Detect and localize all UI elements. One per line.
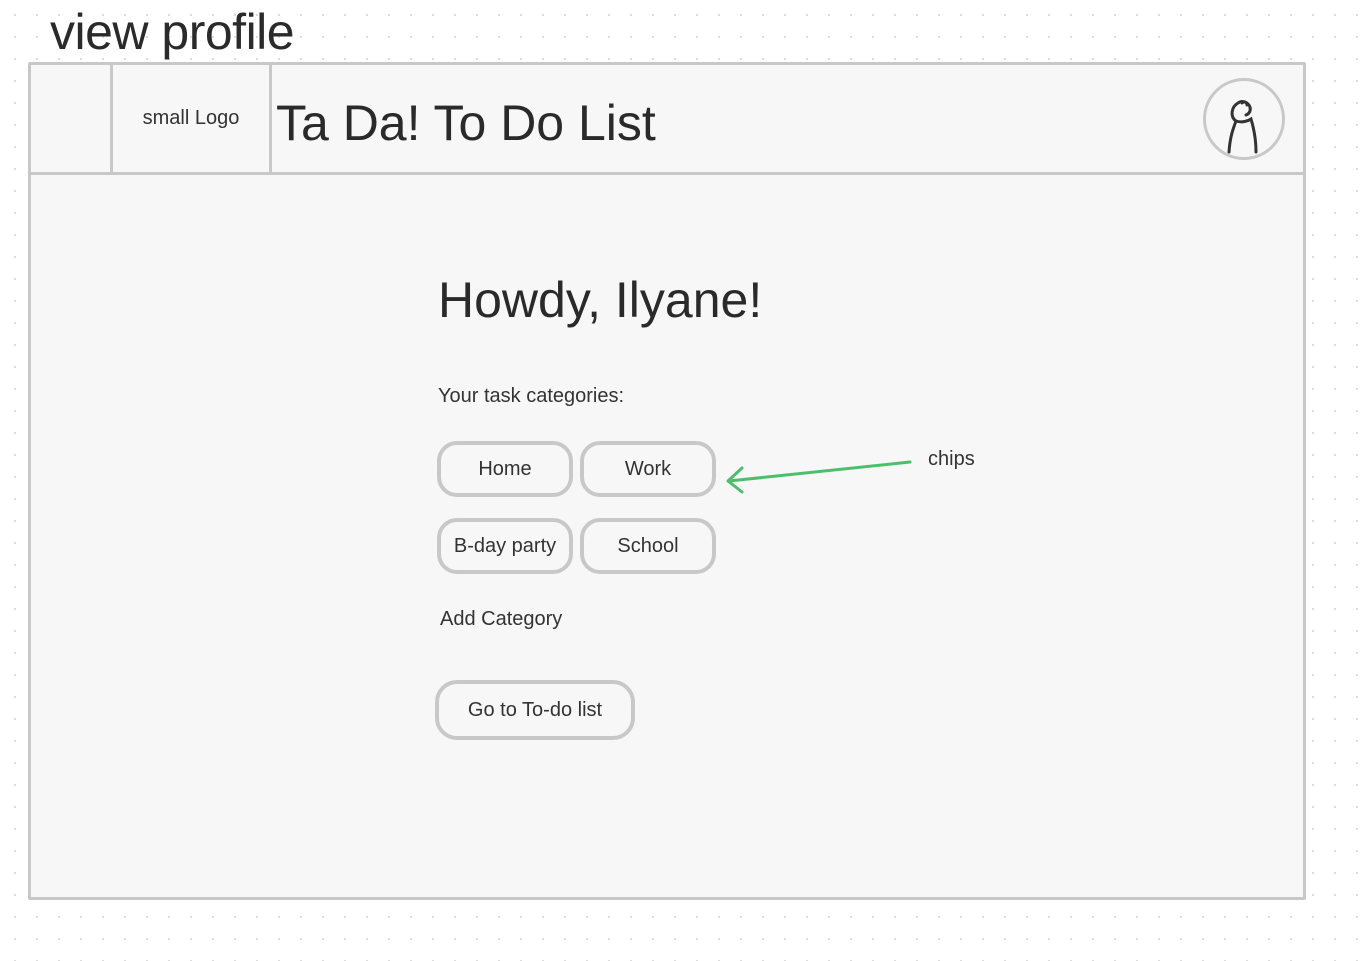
chip-bday-party[interactable]: B-day party [437,518,573,574]
chip-work[interactable]: Work [580,441,716,497]
app-frame: small Logo Ta Da! To Do List Howdy, Ilya… [28,62,1306,900]
app-header: small Logo Ta Da! To Do List [31,65,1303,175]
go-to-todo-list-button[interactable]: Go to To-do list [435,680,635,740]
chip-home[interactable]: Home [437,441,573,497]
greeting-heading: Howdy, Ilyane! [438,272,763,328]
annotation-arrow-icon [726,460,912,494]
frame-title: view profile [50,4,295,60]
avatar-button[interactable] [1203,78,1285,160]
annotation-label: chips [928,448,975,470]
app-title: Ta Da! To Do List [276,95,656,151]
logo-placeholder: small Logo [142,107,240,129]
logo-cell[interactable]: small Logo [113,65,272,172]
chip-school[interactable]: School [580,518,716,574]
menu-cell[interactable] [31,65,113,172]
categories-label: Your task categories: [438,385,625,407]
add-category-link[interactable]: Add Category [440,608,562,631]
user-avatar-icon [1227,100,1258,154]
